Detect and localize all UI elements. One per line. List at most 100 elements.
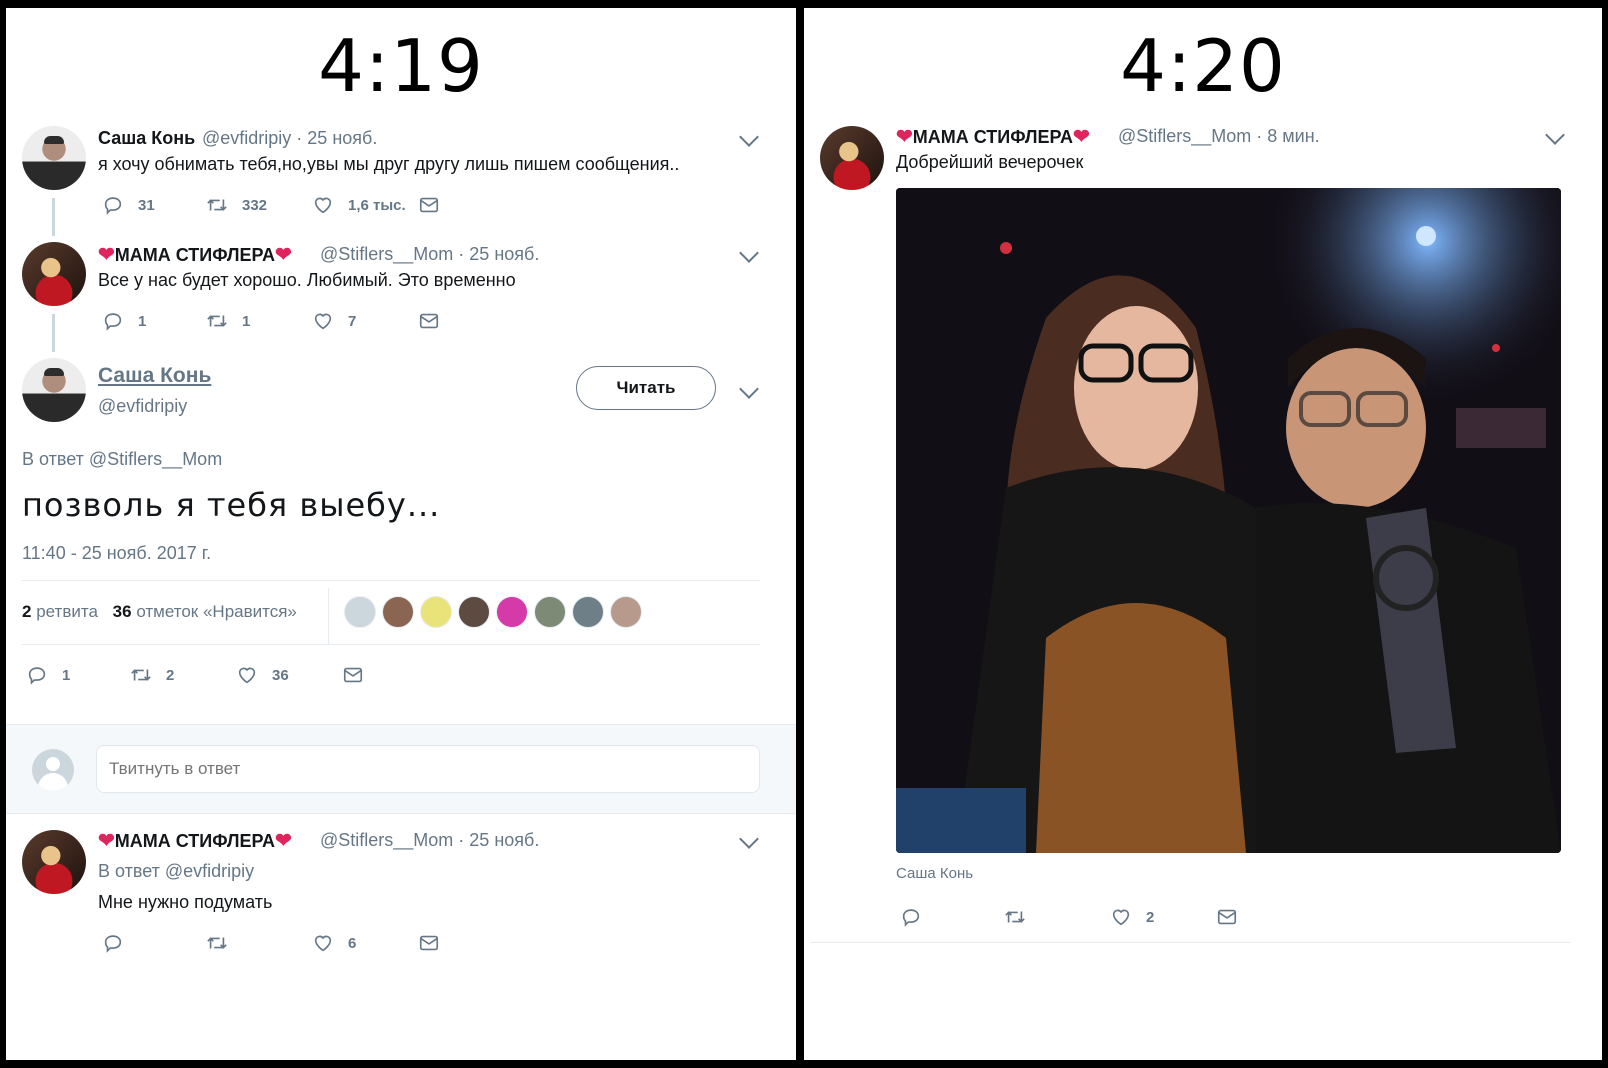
like-button[interactable]: 2	[1110, 906, 1154, 928]
liker-avatar[interactable]	[496, 596, 528, 628]
retweet-count: 2	[166, 666, 175, 684]
reply-count: 1	[138, 312, 147, 330]
chevron-down-icon[interactable]	[739, 379, 759, 399]
user-name[interactable]: Саша Конь	[98, 364, 211, 388]
like-count: 7	[348, 312, 357, 330]
tweet-photo[interactable]	[896, 188, 1561, 853]
liker-avatar[interactable]	[420, 596, 452, 628]
retweet-button[interactable]: 1	[206, 310, 250, 332]
tweet-text: Все у нас будет хорошо. Любимый. Это вре…	[98, 270, 516, 290]
reply-composer	[6, 724, 796, 814]
user-name[interactable]: Саша Конь	[98, 128, 195, 149]
like-icon	[1110, 906, 1132, 928]
reply-button[interactable]: 31	[102, 194, 155, 216]
like-icon	[312, 194, 334, 216]
tweet-meta: @Stiflers__Mom · 25 нояб.	[320, 244, 540, 264]
like-icon	[236, 664, 258, 686]
retweet-stat-label[interactable]: ретвита	[36, 602, 98, 621]
like-button[interactable]: 7	[312, 310, 356, 332]
retweet-button[interactable]: 2	[130, 664, 174, 686]
dm-icon	[342, 664, 364, 686]
divider	[328, 588, 329, 644]
avatar[interactable]	[22, 126, 86, 190]
user-handle[interactable]: @evfidripiy	[98, 396, 187, 417]
chevron-down-icon[interactable]	[1545, 125, 1565, 145]
dm-button[interactable]	[418, 310, 440, 332]
right-screenshot-panel: 4:20 ❤МАМА СТИФЛЕРА❤ @Stiflers__Mom · 8 …	[804, 8, 1602, 1060]
user-name-text: МАМА СТИФЛЕРА	[114, 245, 275, 265]
main-tweet-text: позволь я тебя выебу...	[22, 486, 441, 524]
liker-avatar[interactable]	[572, 596, 604, 628]
liker-avatar[interactable]	[534, 596, 566, 628]
dm-button[interactable]	[1216, 906, 1238, 928]
reply-icon	[102, 194, 124, 216]
tweet-meta: @Stiflers__Mom · 25 нояб.	[320, 830, 540, 850]
liker-avatar[interactable]	[610, 596, 642, 628]
chevron-down-icon[interactable]	[739, 243, 759, 263]
reply-input[interactable]	[96, 745, 760, 793]
dm-icon	[1216, 906, 1238, 928]
reply-count: 1	[62, 666, 71, 684]
reply-button[interactable]	[102, 932, 124, 954]
avatar[interactable]	[22, 830, 86, 894]
dm-button[interactable]	[342, 664, 364, 686]
photo-illustration	[896, 188, 1561, 853]
reply-button[interactable]: 1	[26, 664, 70, 686]
reply-icon	[102, 310, 124, 332]
heart-emoji-icon: ❤	[896, 126, 913, 148]
like-button[interactable]: 36	[236, 664, 289, 686]
time-label: 4:19	[318, 24, 484, 108]
photo-tag[interactable]: Саша Конь	[896, 865, 973, 882]
chevron-down-icon[interactable]	[739, 127, 759, 147]
retweet-icon	[130, 664, 152, 686]
like-button[interactable]: 6	[312, 932, 356, 954]
chevron-down-icon[interactable]	[739, 829, 759, 849]
retweet-button[interactable]	[206, 932, 228, 954]
reply-button[interactable]: 1	[102, 310, 146, 332]
user-name[interactable]: ❤МАМА СТИФЛЕРА❤	[98, 242, 292, 267]
time-label: 4:20	[1120, 24, 1286, 108]
avatar[interactable]	[22, 242, 86, 306]
tweet-actions: 1 1 7	[102, 310, 462, 334]
like-stat-label[interactable]: отметок «Нравится»	[136, 602, 297, 621]
retweet-button[interactable]: 332	[206, 194, 267, 216]
divider	[22, 580, 760, 581]
retweet-count: 1	[242, 312, 251, 330]
tweet-stats: 2 ретвита 36 отметок «Нравится»	[22, 602, 297, 622]
tweet-actions: 6	[102, 932, 462, 956]
retweet-icon	[1004, 906, 1026, 928]
liker-avatar[interactable]	[344, 596, 376, 628]
reply-to-label[interactable]: В ответ @Stiflers__Mom	[22, 449, 222, 470]
tweet-timestamp[interactable]: 11:40 - 25 нояб. 2017 г.	[22, 543, 211, 564]
like-icon	[312, 932, 334, 954]
reply-button[interactable]	[900, 906, 922, 928]
reply-icon	[26, 664, 48, 686]
heart-emoji-icon: ❤	[98, 244, 115, 266]
dm-icon	[418, 194, 440, 216]
avatar[interactable]	[820, 126, 884, 190]
avatar[interactable]	[22, 358, 86, 422]
reply-to-label[interactable]: В ответ @evfidripiy	[98, 861, 254, 882]
like-button[interactable]: 1,6 тыс.	[312, 194, 406, 216]
dm-button[interactable]	[418, 194, 440, 216]
retweet-button[interactable]	[1004, 906, 1026, 928]
user-name[interactable]: ❤МАМА СТИФЛЕРА❤	[98, 828, 292, 853]
liker-avatar[interactable]	[382, 596, 414, 628]
reply-icon	[900, 906, 922, 928]
retweet-stat-count[interactable]: 2	[22, 602, 31, 621]
dm-button[interactable]	[418, 932, 440, 954]
user-name-text: МАМА СТИФЛЕРА	[912, 127, 1073, 147]
heart-emoji-icon: ❤	[98, 830, 115, 852]
thread-line	[52, 314, 55, 352]
reply-icon	[102, 932, 124, 954]
liker-avatar[interactable]	[458, 596, 490, 628]
tweet-text: Мне нужно подумать	[98, 892, 273, 912]
tweet-actions: 31 332 1,6 тыс.	[102, 194, 462, 218]
user-name[interactable]: ❤МАМА СТИФЛЕРА❤	[896, 124, 1090, 149]
tweet-actions: 1 2 36	[26, 664, 386, 688]
retweet-count: 332	[242, 196, 268, 214]
follow-button[interactable]: Читать	[576, 366, 716, 410]
like-count: 1,6 тыс.	[348, 196, 406, 214]
like-stat-count[interactable]: 36	[113, 602, 132, 621]
divider	[22, 644, 760, 645]
